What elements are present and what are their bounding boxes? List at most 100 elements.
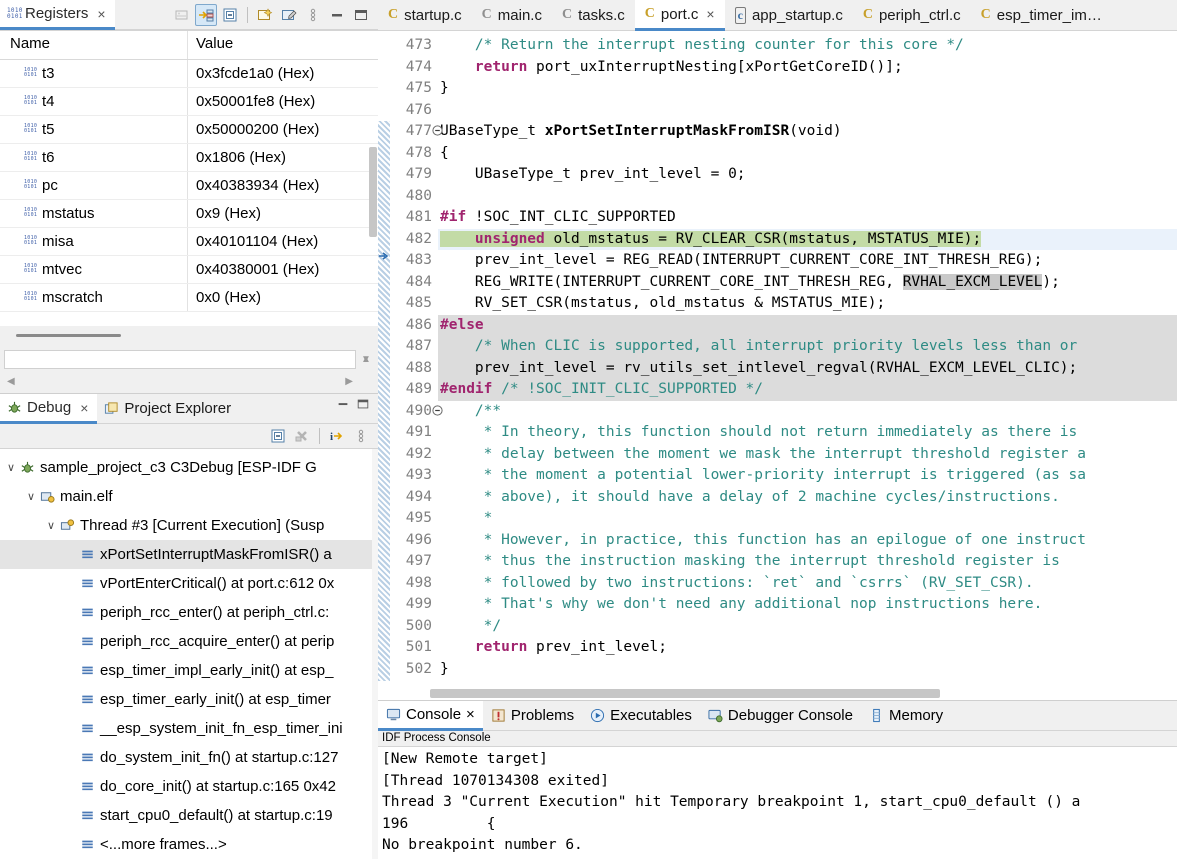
fold-collapse-icon[interactable] [432, 125, 443, 136]
step-info-icon[interactable]: i [326, 425, 348, 447]
stack-frame-item[interactable]: esp_timer_early_init() at esp_timer [0, 685, 378, 714]
register-row[interactable]: 1010 0101 t6 0x1806 (Hex) [0, 144, 378, 172]
register-name-cell[interactable]: 1010 0101 misa [0, 228, 188, 255]
code-line[interactable]: REG_WRITE(INTERRUPT_CURRENT_CORE_INT_THR… [438, 272, 1177, 294]
register-row[interactable]: 1010 0101 t5 0x50000200 (Hex) [0, 116, 378, 144]
code-line[interactable]: UBaseType_t xPortSetInterruptMaskFromISR… [438, 121, 1177, 143]
register-name-cell[interactable]: 1010 0101 mscratch [0, 284, 188, 311]
chevron-down-icon[interactable]: ∨ [24, 490, 38, 503]
code-line[interactable]: * the moment a potential lower-priority … [438, 465, 1177, 487]
code-line[interactable]: * That's why we don't need any additiona… [438, 594, 1177, 616]
editor-tab-periph-ctrl-c[interactable]: Cperiph_ctrl.c [852, 0, 971, 31]
register-row[interactable]: 1010 0101 mstatus 0x9 (Hex) [0, 200, 378, 228]
code-line[interactable]: return port_uxInterruptNesting[xPortGetC… [438, 57, 1177, 79]
view-menu-icon[interactable] [350, 425, 372, 447]
code-line[interactable]: #endif /* !SOC_INIT_CLIC_SUPPORTED */ [438, 379, 1177, 401]
editor-tab-esp-timer-im-[interactable]: Cesp_timer_im… [970, 0, 1112, 31]
console-tab-memory[interactable]: Memory [860, 701, 952, 731]
code-line[interactable]: * In theory, this function should not re… [438, 422, 1177, 444]
console-tab-problems[interactable]: Problems [482, 701, 583, 731]
editor-tab-main-c[interactable]: Cmain.c [471, 0, 552, 31]
register-name-cell[interactable]: 1010 0101 mstatus [0, 200, 188, 227]
console-tab-debugger-console[interactable]: Debugger Console [699, 701, 861, 731]
code-line[interactable]: /** [438, 401, 1177, 423]
tab-debug[interactable]: Debug × [0, 394, 98, 424]
register-value-cell[interactable]: 0x0 (Hex) [188, 289, 378, 306]
code-line[interactable]: } [438, 659, 1177, 681]
minimize-icon[interactable] [326, 4, 348, 26]
register-value-cell[interactable]: 0x40380001 (Hex) [188, 261, 378, 278]
stack-frame-item[interactable]: start_cpu0_default() at startup.c:19 [0, 801, 378, 830]
code-line[interactable]: */ [438, 616, 1177, 638]
code-line[interactable]: RV_SET_CSR(mstatus, old_mstatus & MSTATU… [438, 293, 1177, 315]
code-line[interactable]: UBaseType_t prev_int_level = 0; [438, 164, 1177, 186]
minimize-icon[interactable] [336, 397, 350, 411]
code-line[interactable]: } [438, 78, 1177, 100]
detail-vertical-scrollbar[interactable]: ▲ ▼ [358, 350, 374, 369]
code-line[interactable]: * above), it should have a delay of 2 ma… [438, 487, 1177, 509]
stack-frame-item[interactable]: <...more frames...> [0, 830, 378, 859]
register-value-cell[interactable]: 0x50001fe8 (Hex) [188, 93, 378, 110]
remove-terminated-icon[interactable] [291, 425, 313, 447]
detail-horizontal-scrollbar[interactable]: ◀ ▶ [4, 373, 356, 391]
register-name-cell[interactable]: 1010 0101 pc [0, 172, 188, 199]
editor-tab-port-c[interactable]: Cport.c × [634, 0, 725, 31]
stack-frame-item[interactable]: __esp_system_init_fn_esp_timer_ini [0, 714, 378, 743]
stack-frame-item[interactable]: periph_rcc_enter() at periph_ctrl.c: [0, 598, 378, 627]
code-line[interactable]: { [438, 143, 1177, 165]
debug-tree-item[interactable]: ∨ sample_project_c3 C3Debug [ESP-IDF G [0, 453, 378, 482]
stack-frame-item[interactable]: periph_rcc_acquire_enter() at perip [0, 627, 378, 656]
scroll-down-icon[interactable]: ▼ [361, 354, 371, 365]
code-line[interactable]: prev_int_level = REG_READ(INTERRUPT_CURR… [438, 250, 1177, 272]
register-name-cell[interactable]: 1010 0101 t3 [0, 60, 188, 87]
show-type-names-icon[interactable] [195, 3, 217, 26]
code-line[interactable] [438, 100, 1177, 122]
register-name-cell[interactable]: 1010 0101 t6 [0, 144, 188, 171]
register-value-cell[interactable]: 0x40101104 (Hex) [188, 233, 378, 250]
tab-registers[interactable]: 1010 0101 Registers × [0, 0, 115, 30]
register-value-cell[interactable]: 0x40383934 (Hex) [188, 177, 378, 194]
console-tab-console[interactable]: Console × [378, 701, 483, 731]
close-icon[interactable]: × [97, 6, 105, 22]
chevron-down-icon[interactable]: ∨ [44, 519, 58, 532]
register-row[interactable]: 1010 0101 misa 0x40101104 (Hex) [0, 228, 378, 256]
code-line[interactable]: * followed by two instructions: `ret` an… [438, 573, 1177, 595]
close-icon[interactable]: × [80, 400, 88, 416]
close-icon[interactable]: × [706, 6, 714, 22]
tab-project-explorer[interactable]: Project Explorer [97, 394, 241, 424]
code-line[interactable]: * delay between the moment we mask the i… [438, 444, 1177, 466]
code-line[interactable]: /* Return the interrupt nesting counter … [438, 35, 1177, 57]
debug-tree-item[interactable]: ∨ main.elf [0, 482, 378, 511]
collapse-all-icon[interactable] [219, 4, 241, 26]
code-line[interactable]: * However, in practice, this function ha… [438, 530, 1177, 552]
registers-vertical-scrollbar[interactable] [369, 147, 377, 237]
code-editor[interactable]: 473 474 475 476 477 478 479 480 481 482 483 484 485 4… [378, 31, 1177, 700]
maximize-icon[interactable] [356, 397, 370, 411]
collapse-registers-icon[interactable] [171, 4, 193, 26]
register-name-cell[interactable]: 1010 0101 t5 [0, 116, 188, 143]
editor-tab-tasks-c[interactable]: Ctasks.c [551, 0, 635, 31]
code-line[interactable]: * thus the instruction masking the inter… [438, 551, 1177, 573]
registers-table[interactable]: Name Value 1010 0101 t3 0x3fcde1a0 (Hex) 10… [0, 30, 378, 326]
code-line[interactable]: #else [438, 314, 1177, 336]
debug-tree-item[interactable]: ∨ Thread #3 [Current Execution] (Susp [0, 511, 378, 540]
code-line[interactable]: #if !SOC_INT_CLIC_SUPPORTED [438, 207, 1177, 229]
close-icon[interactable]: × [466, 706, 475, 723]
debug-stack-tree[interactable]: ∨ sample_project_c3 C3Debug [ESP-IDF G ∨ ma… [0, 449, 378, 859]
stack-frame-item[interactable]: do_system_init_fn() at startup.c:127 [0, 743, 378, 772]
view-menu-icon[interactable] [302, 4, 324, 26]
maximize-icon[interactable] [350, 4, 372, 26]
stack-frame-item[interactable]: do_core_init() at startup.c:165 0x42 [0, 772, 378, 801]
register-value-cell[interactable]: 0x50000200 (Hex) [188, 121, 378, 138]
code-line[interactable] [438, 186, 1177, 208]
code-line[interactable]: prev_int_level = rv_utils_set_intlevel_r… [438, 357, 1177, 379]
register-row[interactable]: 1010 0101 mtvec 0x40380001 (Hex) [0, 256, 378, 284]
register-value-cell[interactable]: 0x3fcde1a0 (Hex) [188, 65, 378, 82]
editor-tab-app-startup-c[interactable]: c app_startup.c [724, 0, 853, 31]
code-line[interactable]: unsigned old_mstatus = RV_CLEAR_CSR(msta… [438, 228, 1177, 250]
sash-handle[interactable] [16, 334, 121, 337]
code-line[interactable]: return prev_int_level; [438, 637, 1177, 659]
console-output[interactable]: [New Remote target] [Thread 1070134308 e… [378, 747, 1177, 859]
console-tab-executables[interactable]: Executables [582, 701, 700, 731]
editor-marker-gutter[interactable] [378, 31, 390, 700]
